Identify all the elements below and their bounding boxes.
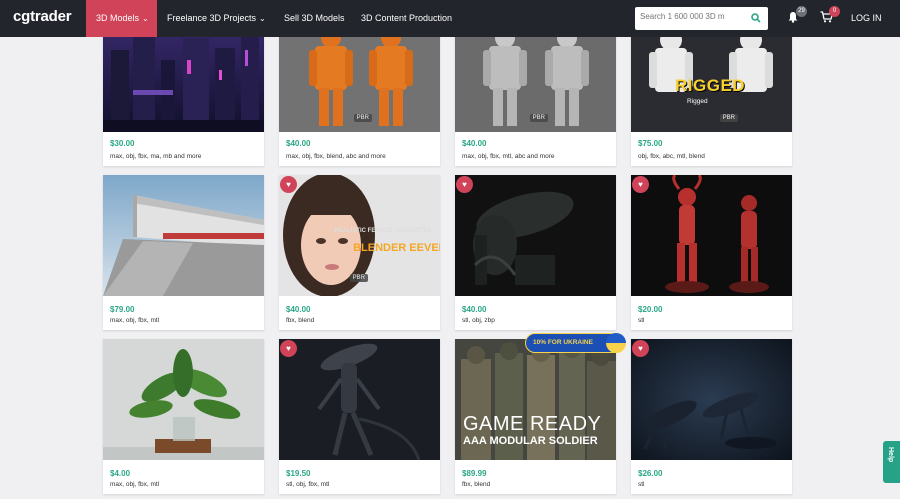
product-thumbnail[interactable]: GAME READY AAA MODULAR SOLDIER — [455, 339, 616, 460]
product-price: $30.00 — [110, 139, 135, 148]
product-formats: stl — [638, 317, 645, 324]
help-button[interactable]: Help — [883, 441, 900, 483]
product-thumbnail[interactable] — [103, 175, 264, 296]
demon-girl-figure-image — [631, 175, 792, 296]
product-price: $89.99 — [462, 469, 487, 478]
product-price: $4.00 — [110, 469, 131, 478]
search-box — [635, 7, 768, 30]
product-card[interactable]: RIGGED Rigged PBR $75.00 obj, fbx, abc, … — [631, 20, 792, 166]
product-price: $40.00 — [286, 139, 311, 148]
product-thumbnail[interactable]: REALISTIC FEMALE CHARACTER BLENDER EEVEE… — [279, 175, 440, 296]
product-card[interactable]: PBR $40.00 max, obj, fbx, mtl, abc and m… — [455, 20, 616, 166]
product-price: $26.00 — [638, 469, 663, 478]
top-navigation-bar: cgtrader 3D Models ⌄ Freelance 3D Project… — [0, 0, 900, 37]
product-formats: max, obj, fbx, mtl — [110, 317, 160, 324]
cgtrader-logo[interactable]: cgtrader — [13, 8, 72, 25]
nav-3d-models-label: 3D Models — [96, 13, 140, 23]
pbr-badge: PBR — [353, 114, 372, 122]
crawling-alien-image — [631, 339, 792, 460]
pbr-badge: PBR — [719, 114, 738, 122]
ukraine-promo-badge: 10% FOR UKRAINE — [525, 333, 626, 353]
help-label: Help — [887, 447, 894, 463]
favorite-heart-icon[interactable]: ♥ — [456, 176, 473, 193]
product-formats: max, obj, fbx, ma, mb and more — [110, 153, 202, 160]
login-link[interactable]: LOG IN — [851, 0, 882, 37]
nav-3d-models[interactable]: 3D Models ⌄ — [86, 0, 157, 37]
product-card[interactable]: $79.00 max, obj, fbx, mtl — [103, 175, 264, 330]
product-price: $40.00 — [462, 139, 487, 148]
product-price: $20.00 — [638, 305, 663, 314]
pbr-badge: PBR — [349, 274, 368, 282]
product-price: $75.00 — [638, 139, 663, 148]
cart-button[interactable]: 0 — [820, 6, 840, 26]
rigged-overlay-text: RIGGED — [675, 76, 746, 95]
product-card[interactable]: REALISTIC FEMALE CHARACTER BLENDER EEVEE… — [279, 175, 440, 330]
chevron-down-icon: ⌄ — [259, 14, 266, 23]
product-thumbnail[interactable] — [631, 175, 792, 296]
product-price: $79.00 — [110, 305, 135, 314]
nav-freelance-projects[interactable]: Freelance 3D Projects ⌄ — [167, 0, 266, 37]
ukraine-flag-icon — [606, 333, 626, 353]
favorite-heart-icon[interactable]: ♥ — [280, 176, 297, 193]
search-button[interactable] — [748, 10, 764, 26]
product-thumbnail[interactable] — [279, 339, 440, 460]
favorite-heart-icon[interactable]: ♥ — [632, 340, 649, 357]
product-price: $19.50 — [286, 469, 311, 478]
product-formats: obj, fbx, abc, mtl, blend — [638, 153, 705, 160]
race-track-pitlane-image — [103, 175, 264, 296]
nav-freelance-label: Freelance 3D Projects — [167, 13, 257, 23]
game-ready-caption: GAME READY — [463, 413, 602, 435]
notifications-button[interactable]: 29 — [787, 6, 807, 26]
nav-content-production[interactable]: 3D Content Production — [361, 0, 452, 37]
product-card[interactable]: $4.00 max, obj, fbx, mtl — [103, 339, 264, 494]
search-input[interactable] — [640, 12, 744, 21]
product-card[interactable]: ♥ $19.50 stl, obj, fbx, mtl — [279, 339, 440, 494]
product-formats: max, obj, fbx, mtl — [110, 481, 160, 488]
rigged-caption: Rigged — [687, 98, 708, 105]
xenomorph-figure-image — [279, 339, 440, 460]
product-thumbnail[interactable] — [455, 175, 616, 296]
product-card[interactable]: $30.00 max, obj, fbx, ma, mb and more — [103, 20, 264, 166]
potted-plant-image — [103, 339, 264, 460]
product-card[interactable]: ♥ $20.00 stl — [631, 175, 792, 330]
product-price: $40.00 — [462, 305, 487, 314]
product-formats: stl — [638, 481, 645, 488]
favorite-heart-icon[interactable]: ♥ — [280, 340, 297, 357]
product-card[interactable]: GAME READY AAA MODULAR SOLDIER $89.99 fb… — [455, 339, 616, 494]
pbr-badge: PBR — [529, 114, 548, 122]
realistic-female-caption: REALISTIC FEMALE CHARACTER — [334, 228, 432, 234]
chevron-down-icon: ⌄ — [142, 14, 149, 23]
product-card[interactable]: PBR $40.00 max, obj, fbx, blend, abc and… — [279, 20, 440, 166]
notifications-count-badge: 29 — [796, 6, 807, 17]
product-formats: stl, obj, fbx, mtl — [286, 481, 330, 488]
product-formats: fbx, blend — [286, 317, 315, 324]
product-card[interactable]: ♥ $26.00 stl — [631, 339, 792, 494]
product-formats: max, obj, fbx, blend, abc and more — [286, 153, 386, 160]
ukraine-promo-text: 10% FOR UKRAINE — [533, 339, 593, 346]
nav-sell-models[interactable]: Sell 3D Models — [284, 0, 345, 37]
product-formats: fbx, blend — [462, 481, 491, 488]
product-price: $40.00 — [286, 305, 311, 314]
blender-eevee-caption: BLENDER EEVEE — [353, 242, 440, 254]
alien-bust-image — [455, 175, 616, 296]
modular-soldier-caption: AAA MODULAR SOLDIER — [463, 435, 598, 447]
product-thumbnail[interactable] — [631, 339, 792, 460]
product-formats: stl, obj, zbp — [462, 317, 495, 324]
cart-count-badge: 0 — [829, 6, 840, 17]
product-card[interactable]: ♥ $40.00 stl, obj, zbp — [455, 175, 616, 330]
favorite-heart-icon[interactable]: ♥ — [632, 176, 649, 193]
product-formats: max, obj, fbx, mtl, abc and more — [462, 153, 555, 160]
product-thumbnail[interactable] — [103, 339, 264, 460]
search-icon — [751, 13, 761, 23]
